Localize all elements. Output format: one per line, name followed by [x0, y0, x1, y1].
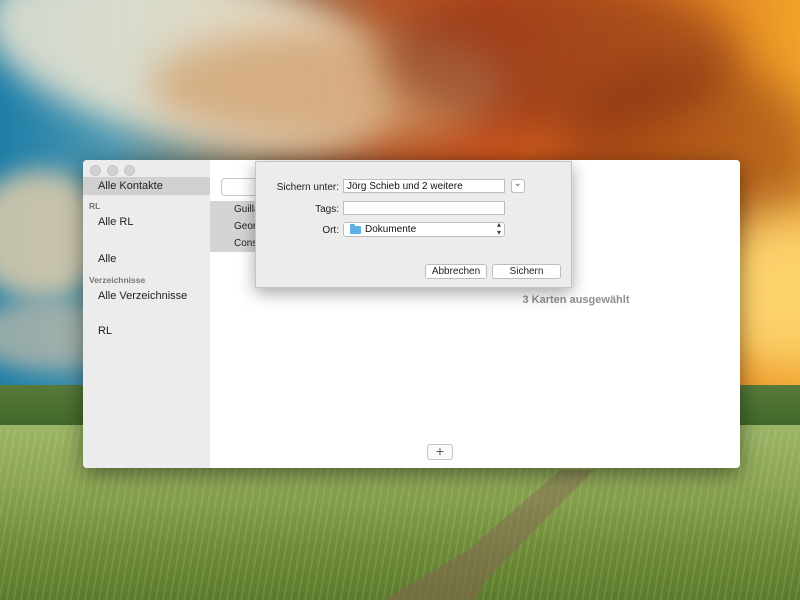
sidebar-header-verzeichnisse: Verzeichnisse: [89, 275, 146, 285]
save-button[interactable]: Sichern: [492, 264, 561, 279]
location-label: Ort:: [322, 225, 339, 236]
save-as-field[interactable]: Jörg Schieb und 2 weitere: [343, 179, 505, 193]
chevron-down-icon: ⌄: [514, 178, 522, 188]
updown-arrows-icon: ▴ ▾: [496, 220, 501, 237]
save-as-label: Sichern unter:: [276, 182, 339, 193]
location-popup[interactable]: Dokumente ▴ ▾: [343, 220, 505, 237]
sidebar-item-rl[interactable]: RL: [83, 322, 210, 340]
location-value: Dokumente: [365, 224, 417, 235]
folder-icon: [350, 224, 361, 234]
sidebar-header-rl: RL: [89, 201, 101, 211]
tags-field[interactable]: [343, 201, 505, 215]
sidebar-item-alle-verzeichnisse[interactable]: Alle Verzeichnisse: [83, 287, 210, 305]
sidebar-item-alle-kontakte[interactable]: Alle Kontakte: [83, 177, 210, 195]
window-controls: [90, 165, 135, 176]
tags-label: Tags:: [315, 204, 339, 215]
selection-count-label: 3 Karten ausgewählt: [522, 294, 630, 306]
sidebar: Alle Kontakte RL Alle RL Alle Verzeichni…: [83, 160, 211, 468]
expand-button[interactable]: ⌄: [511, 178, 525, 193]
save-sheet: Sichern unter: Jörg Schieb und 2 weitere…: [255, 161, 572, 288]
minimize-window-button[interactable]: [107, 165, 118, 176]
cancel-button[interactable]: Abbrechen: [425, 264, 487, 279]
close-window-button[interactable]: [90, 165, 101, 176]
sidebar-item-alle-rl[interactable]: Alle RL: [83, 213, 210, 231]
zoom-window-button[interactable]: [124, 165, 135, 176]
add-button[interactable]: +: [427, 444, 453, 460]
sidebar-item-alle[interactable]: Alle: [83, 250, 210, 268]
